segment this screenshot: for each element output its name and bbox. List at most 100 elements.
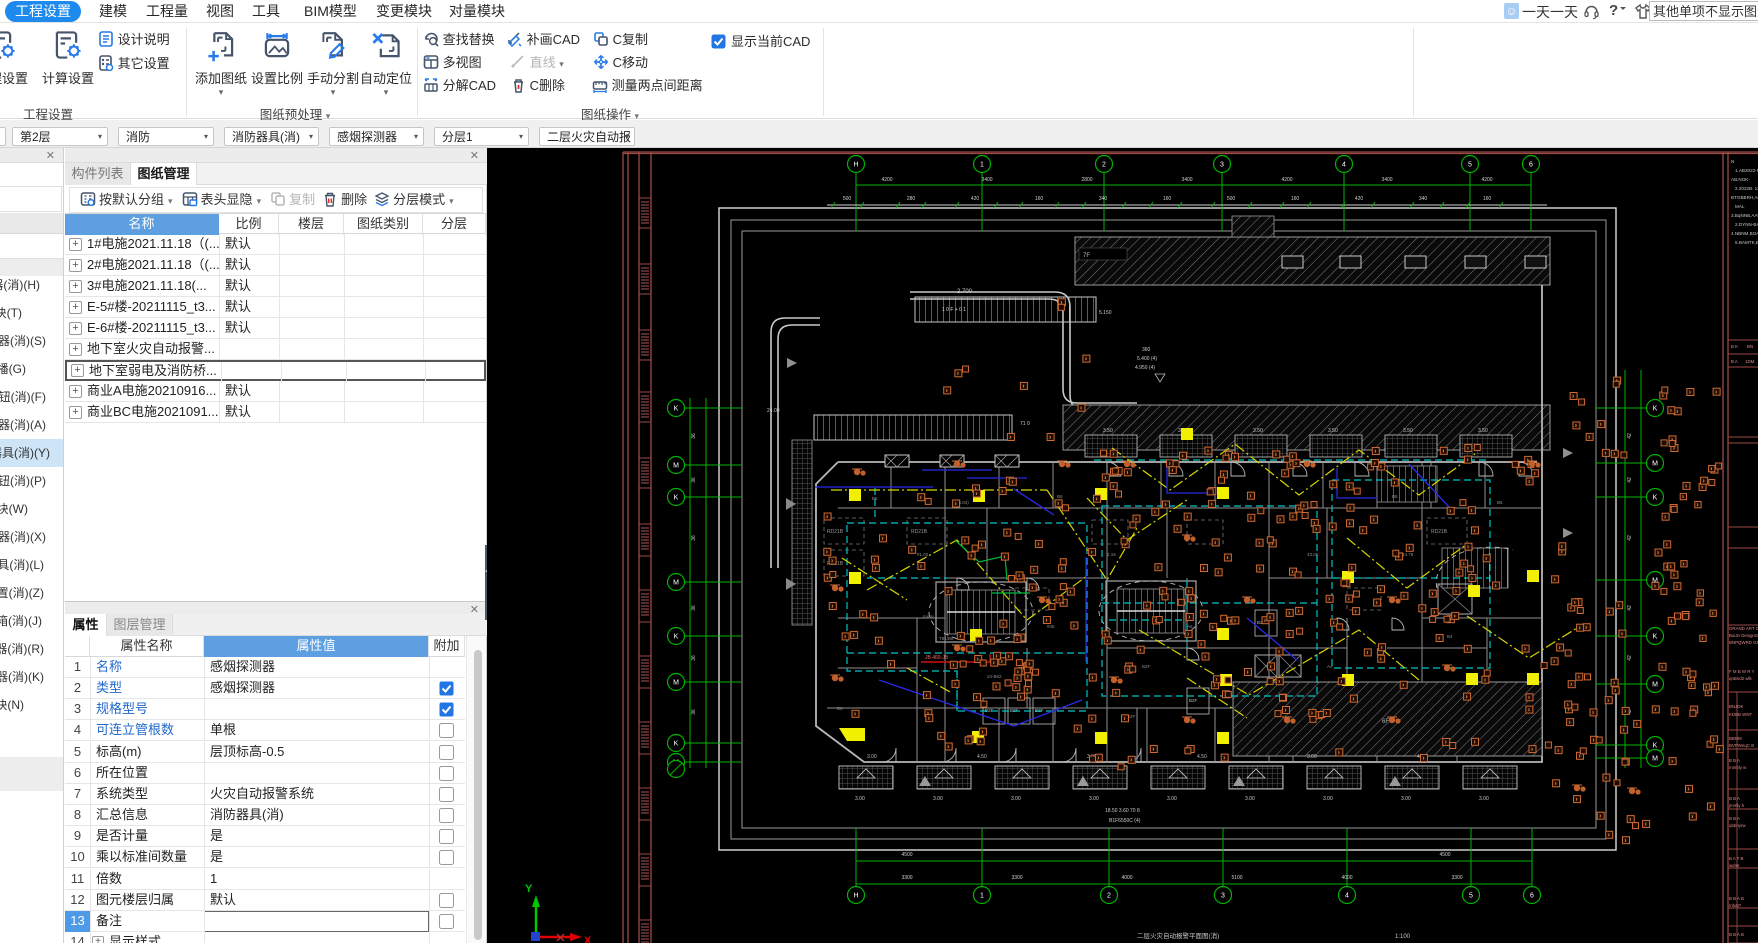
svg-text:BNPQWRD GRCDMT: BNPQWRD GRCDMT xyxy=(1729,640,1758,645)
svg-text:A6: A6 xyxy=(1187,624,1193,629)
svg-text:3400: 3400 xyxy=(1181,177,1192,183)
svg-text:71 0: 71 0 xyxy=(1020,421,1030,427)
svg-text:M: M xyxy=(673,463,679,470)
svg-text:AB,NOK-: AB,NOK- xyxy=(1731,177,1750,182)
svg-text:36: 36 xyxy=(691,709,697,715)
svg-text:Y: Y xyxy=(525,883,533,895)
svg-text:3.00: 3.00 xyxy=(1245,796,1255,802)
svg-text:360: 360 xyxy=(1142,347,1151,353)
svg-text:B B A: B B A xyxy=(1729,758,1740,763)
svg-text:340: 340 xyxy=(1099,196,1108,202)
svg-text:M: M xyxy=(1652,756,1658,763)
svg-text:KDBB WNT: KDBB WNT xyxy=(1729,712,1752,717)
svg-text:B K: B K xyxy=(1731,344,1738,349)
svg-text:T81/B8: T81/B8 xyxy=(939,636,954,641)
svg-text:RD21B: RD21B xyxy=(911,529,928,535)
svg-text:JB 460-JB: JB 460-JB xyxy=(925,655,949,661)
svg-text:3400: 3400 xyxy=(981,177,992,183)
svg-text:160: 160 xyxy=(1035,196,1044,202)
svg-text:36: 36 xyxy=(691,605,697,611)
svg-text:4500: 4500 xyxy=(1439,852,1450,858)
svg-text:BNJDK: BNJDK xyxy=(1729,704,1743,709)
svg-text:4.50: 4.50 xyxy=(1197,754,1207,760)
svg-text:#46: #46 xyxy=(1047,624,1055,629)
svg-text:4.950 (4): 4.950 (4) xyxy=(1135,365,1155,371)
svg-text:500: 500 xyxy=(1227,196,1236,202)
svg-text:H: H xyxy=(853,893,858,900)
svg-text:2.16: 2.16 xyxy=(1107,552,1116,557)
svg-text:42: 42 xyxy=(1627,477,1633,483)
svg-text:mbat?: mbat? xyxy=(1729,903,1742,908)
svg-text:B4: B4 xyxy=(1447,634,1453,639)
svg-text:2.DYNN-BA: 2.DYNN-BA xyxy=(1735,222,1758,227)
svg-text:F M B W R Y: F M B W R Y xyxy=(1729,669,1755,674)
svg-text:5: 5 xyxy=(1468,162,1472,169)
svg-text:二层火灾自动报警平面图(消): 二层火灾自动报警平面图(消) xyxy=(1137,931,1219,940)
svg-text:4000: 4000 xyxy=(1341,875,1352,881)
svg-text:X: X xyxy=(584,935,592,943)
svg-text:1DM.: 1DM. xyxy=(1745,359,1756,364)
svg-text:M: M xyxy=(1652,461,1658,468)
svg-text:3.00: 3.00 xyxy=(1323,796,1333,802)
svg-text:K: K xyxy=(674,495,679,502)
svg-text:4: 4 xyxy=(1342,162,1346,169)
svg-text:1:100: 1:100 xyxy=(1395,934,1411,940)
svg-text:BuiJn DesignGp: BuiJn DesignGp xyxy=(1729,633,1758,638)
svg-text:RD21B: RD21B xyxy=(1431,529,1448,535)
svg-text:GRAND ART GROUP: GRAND ART GROUP xyxy=(1729,626,1758,631)
svg-text:3300: 3300 xyxy=(1011,875,1022,881)
svg-text:mmbly w: mmbly w xyxy=(1729,765,1747,770)
svg-text:42: 42 xyxy=(1627,535,1633,541)
svg-text:B2F: B2F xyxy=(1142,664,1151,669)
svg-text:3.00: 3.00 xyxy=(933,796,943,802)
svg-text:6F: 6F xyxy=(1382,719,1389,725)
svg-text:44.76: 44.76 xyxy=(1402,552,1414,557)
svg-text:500: 500 xyxy=(843,196,852,202)
svg-text:3.00: 3.00 xyxy=(1401,796,1411,802)
svg-text:160: 160 xyxy=(1291,196,1300,202)
svg-text:280: 280 xyxy=(907,196,916,202)
svg-text:wdmt: wdmt xyxy=(1729,863,1740,868)
svg-text:3.50: 3.50 xyxy=(1403,428,1413,434)
svg-text:6: 6 xyxy=(1530,893,1534,900)
svg-text:3.50: 3.50 xyxy=(1328,428,1338,434)
svg-text:#1.02: #1.02 xyxy=(917,552,929,557)
svg-text:3: 3 xyxy=(1220,162,1224,169)
svg-text:42: 42 xyxy=(1627,605,1633,611)
svg-text:K: K xyxy=(674,406,679,413)
svg-text:A4: A4 xyxy=(1327,664,1333,669)
svg-text:B8: B8 xyxy=(1392,494,1398,499)
svg-text:1 0 F + 0 1: 1 0 F + 0 1 xyxy=(942,307,966,313)
svg-text:MAL: MAL xyxy=(1735,204,1745,209)
svg-text:M: M xyxy=(673,580,679,587)
svg-text:micai: micai xyxy=(923,614,934,619)
svg-text:36: 36 xyxy=(691,477,697,483)
svg-text:K: K xyxy=(1653,406,1658,413)
svg-text:36: 36 xyxy=(691,655,697,661)
svg-text:3.50: 3.50 xyxy=(1478,428,1488,434)
svg-text:3.50: 3.50 xyxy=(1103,428,1113,434)
svg-text:M: M xyxy=(673,680,679,687)
svg-text:3: 3 xyxy=(1221,893,1225,900)
svg-text:BN: BN xyxy=(1747,344,1753,349)
svg-text:36: 36 xyxy=(691,535,697,541)
svg-text:K: K xyxy=(1653,743,1658,750)
svg-text:B B A: B B A xyxy=(1729,796,1740,801)
svg-text:3300: 3300 xyxy=(1451,875,1462,881)
svg-text:B1F6550C (4): B1F6550C (4) xyxy=(1109,818,1141,824)
svg-text:2: 2 xyxy=(1102,162,1106,169)
svg-text:B A T B: B A T B xyxy=(1729,856,1744,861)
svg-text:4200: 4200 xyxy=(1281,177,1292,183)
svg-text:4500: 4500 xyxy=(901,852,912,858)
svg-text:1: 1 xyxy=(980,162,984,169)
svg-text:qnBnd2 wlk: qnBnd2 wlk xyxy=(1729,676,1753,681)
svg-text:qbbnyrw: qbbnyrw xyxy=(1729,823,1746,828)
svg-text:3300: 3300 xyxy=(901,875,912,881)
svg-text:BBNM: BBNM xyxy=(1729,736,1742,741)
svg-text:24-B62: 24-B62 xyxy=(987,674,1002,679)
svg-text:M: M xyxy=(1652,682,1658,689)
svg-text:5.150: 5.150 xyxy=(1099,310,1112,316)
svg-text:1.AB2022-N,RD,LM: 1.AB2022-N,RD,LM xyxy=(1735,168,1758,173)
svg-text:3.00: 3.00 xyxy=(1089,796,1099,802)
svg-text:B B A: B B A xyxy=(1729,816,1740,821)
